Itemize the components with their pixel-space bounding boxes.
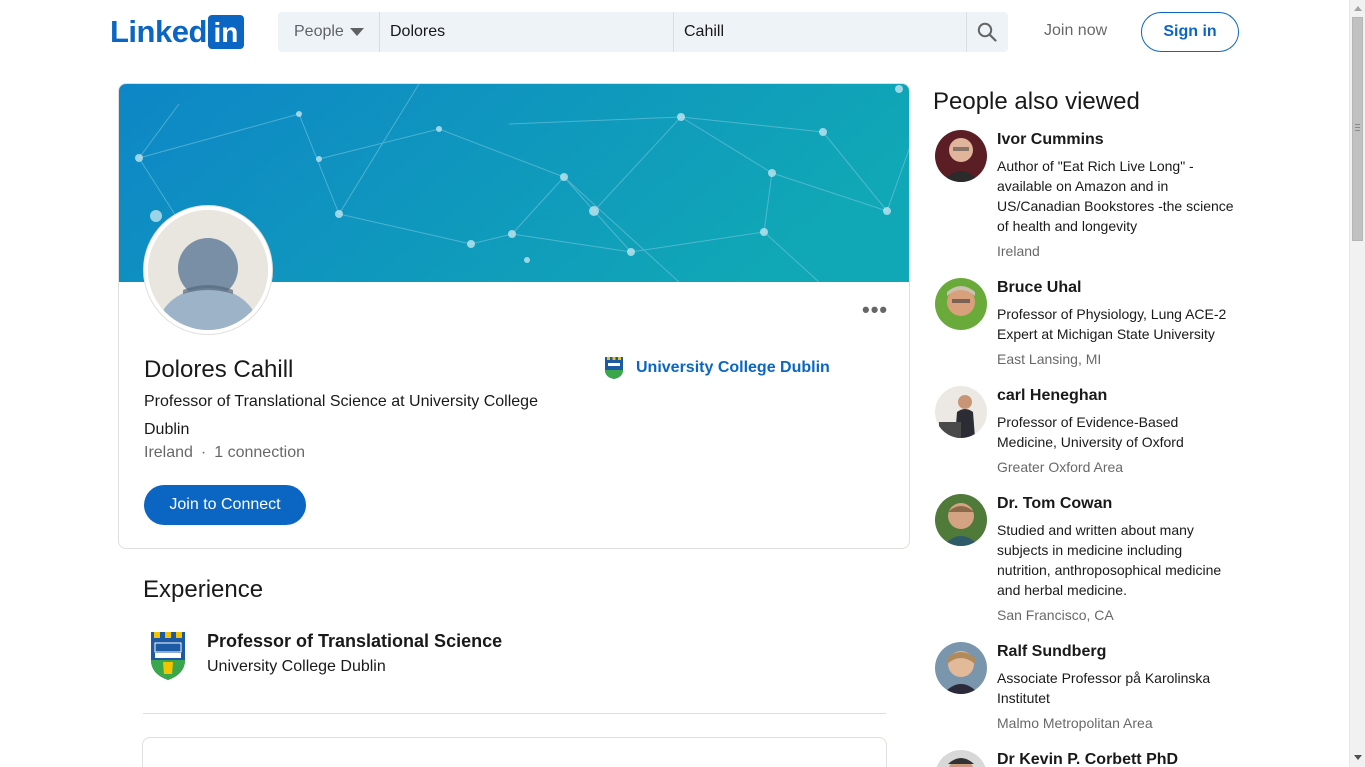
person-photo: [935, 750, 987, 767]
person-name: Ivor Cummins: [997, 131, 1104, 148]
people-also-viewed-heading: People also viewed: [933, 88, 1140, 115]
section-divider: [143, 713, 886, 714]
person-description: Author of "Eat Rich Live Long" - availab…: [997, 158, 1234, 234]
experience-role: Professor of Translational Science: [207, 631, 503, 651]
ucd-logo: [605, 357, 623, 379]
experience-org[interactable]: University College Dublin: [207, 658, 502, 676]
person-description: Professor of Evidence-Based Medicine, Un…: [997, 414, 1184, 450]
person-location: East Lansing, MI: [997, 351, 1102, 367]
person-location: Malmo Metropolitan Area: [997, 715, 1153, 731]
page-scrollbar[interactable]: [1349, 0, 1365, 767]
more-options-button[interactable]: •••: [862, 297, 888, 323]
search-button[interactable]: [967, 12, 1007, 52]
search-icon: [977, 22, 997, 42]
person-description: Associate Professor på Karolinska Instit…: [997, 670, 1211, 706]
search-category-dropdown[interactable]: People: [278, 12, 380, 52]
person-description: Studied and written about many subjects …: [997, 522, 1222, 598]
person-description: Professor of Physiology, Lung ACE-2 Expe…: [997, 306, 1227, 342]
person-location: Greater Oxford Area: [997, 459, 1124, 475]
experience-item[interactable]: Professor of Translational Science Unive…: [143, 628, 502, 682]
person-name: Dr Kevin P. Corbett PhD: [997, 751, 1179, 767]
last-name-input[interactable]: [674, 12, 967, 52]
person-photo: [935, 278, 987, 330]
caret-down-icon: [349, 28, 364, 36]
thumb-grip: [1355, 124, 1360, 125]
scroll-thumb[interactable]: [1352, 17, 1363, 241]
person-location: Ireland: [997, 243, 1040, 259]
join-to-connect-button[interactable]: Join to Connect: [144, 485, 306, 525]
scroll-down-arrow-icon[interactable]: [1354, 755, 1362, 760]
people-search-bar: People: [278, 12, 1008, 52]
current-org-name: University College Dublin: [636, 359, 830, 376]
profile-card: ••• Dolores Cahill Professor of Translat…: [118, 83, 910, 549]
next-section-card: [142, 737, 887, 767]
sign-in-button[interactable]: Sign in: [1141, 12, 1239, 52]
profile-location: Ireland: [144, 444, 193, 461]
scroll-up-arrow-icon[interactable]: [1354, 6, 1362, 11]
profile-connections: 1 connection: [214, 444, 305, 461]
person-name: Bruce Uhal: [997, 279, 1082, 296]
linkedin-logo[interactable]: Linked in: [110, 15, 244, 49]
person-name: Dr. Tom Cowan: [997, 495, 1113, 512]
person-photo: [935, 386, 987, 438]
person-photo: [935, 494, 987, 546]
first-name-input[interactable]: [380, 12, 674, 52]
person-name: Ralf Sundberg: [997, 643, 1107, 660]
experience-heading: Experience: [143, 576, 264, 603]
profile-avatar: [144, 206, 272, 334]
logo-in-box: in: [207, 15, 244, 49]
search-category-label: People: [294, 23, 344, 40]
join-now-link[interactable]: Join now: [1044, 22, 1107, 40]
experience-details: Professor of Translational Science Unive…: [207, 628, 502, 682]
person-location: San Francisco, CA: [997, 607, 1114, 623]
profile-name: Dolores Cahill: [144, 356, 294, 383]
person-name: carl Heneghan: [997, 387, 1108, 404]
thumb-grip: [1355, 130, 1360, 131]
current-org-link[interactable]: University College Dublin: [604, 356, 830, 380]
default-avatar-icon: [148, 210, 268, 330]
person-photo: [935, 642, 987, 694]
person-photo: [935, 130, 987, 182]
logo-wordmark: Linked: [110, 14, 207, 49]
ucd-logo: [151, 632, 185, 680]
profile-headline: Professor of Translational Science at Un…: [144, 393, 538, 438]
meta-separator: ·: [200, 444, 207, 461]
profile-meta: Ireland · 1 connection: [144, 444, 305, 462]
thumb-grip: [1355, 127, 1360, 128]
